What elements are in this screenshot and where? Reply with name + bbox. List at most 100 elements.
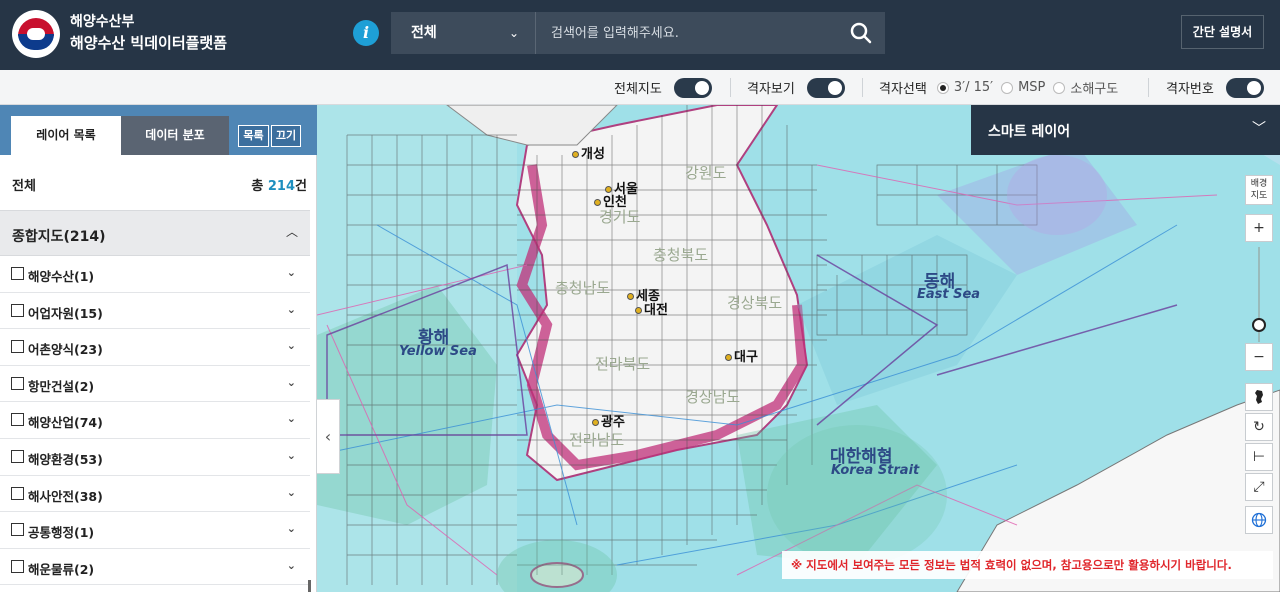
- tab-layer-list[interactable]: 레이어 목록: [11, 116, 121, 155]
- globe-icon[interactable]: [1245, 506, 1273, 534]
- korea-map-icon[interactable]: [1245, 383, 1273, 411]
- list-item[interactable]: 해양수산(1) ⌄: [0, 256, 310, 293]
- grid-option-radio-sweep[interactable]: [1053, 81, 1066, 94]
- measure-distance-icon[interactable]: ⊢: [1245, 443, 1273, 471]
- zoom-in-button[interactable]: +: [1245, 214, 1273, 242]
- fullscreen-icon[interactable]: ⤢: [1245, 473, 1273, 501]
- org-name[interactable]: 해양수산부: [70, 11, 134, 31]
- chevron-down-icon: ⌄: [508, 26, 519, 40]
- panel-tabs: 레이어 목록 데이터 분포 목록 끄기: [0, 105, 317, 155]
- map-province-label: 강원도: [685, 164, 727, 182]
- map-city-label: 대구: [725, 346, 758, 365]
- full-map-control: 전체지도: [614, 70, 712, 105]
- chevron-up-icon[interactable]: ︿: [286, 223, 298, 240]
- checkbox[interactable]: [11, 267, 24, 280]
- full-map-label: 전체지도: [614, 82, 662, 97]
- map-sea-label-en: Yellow Sea: [399, 344, 477, 359]
- grid-option-radio-msp[interactable]: [1001, 81, 1014, 94]
- grid-view-toggle[interactable]: [806, 77, 845, 98]
- top-header: 해양수산부 해양수산 빅데이터플랫폼 i 전체 ⌄ 간단 설명서: [0, 0, 1280, 70]
- chevron-left-icon: ‹: [324, 427, 332, 446]
- chevron-down-icon[interactable]: ⌄: [287, 376, 296, 389]
- list-item[interactable]: 해양산업(74) ⌄: [0, 402, 310, 439]
- list-item[interactable]: 어촌양식(23) ⌄: [0, 329, 310, 366]
- map-view[interactable]: 개성 서울 인천 세종 대전 대구 광주 강원도 경기도 충청북도 충청남도 경…: [317, 105, 1280, 592]
- group-label: 종합지도(214): [12, 229, 106, 245]
- chevron-down-icon[interactable]: ⌄: [287, 339, 296, 352]
- platform-name[interactable]: 해양수산 빅데이터플랫폼: [70, 32, 227, 53]
- map-province-label: 경상북도: [727, 294, 783, 312]
- grid-option-label: 3′/ 15′: [953, 80, 994, 95]
- grid-view-control: 격자보기: [747, 70, 845, 105]
- group-header-composite-map[interactable]: 종합지도(214) ︿: [0, 210, 310, 256]
- grid-number-control: 격자번호: [1166, 70, 1264, 105]
- grid-select-label: 격자선택: [879, 82, 927, 97]
- zoom-slider-handle[interactable]: [1252, 318, 1266, 332]
- refresh-icon[interactable]: ↻: [1245, 413, 1273, 441]
- map-city-label: 대전: [635, 299, 668, 318]
- search-category-select[interactable]: 전체 ⌄: [391, 12, 536, 54]
- map-disclaimer: ※ 지도에서 보여주는 모든 정보는 법적 효력이 없으며, 참고용으로만 활용…: [782, 551, 1273, 579]
- total-count: 총 214건: [251, 179, 307, 194]
- scrollbar[interactable]: [308, 580, 311, 592]
- checkbox[interactable]: [11, 376, 24, 390]
- map-city-label: 개성: [572, 143, 605, 162]
- map-toolbar: 전체지도 격자보기 격자선택 3′/ 15′ MSP 소해구도 격자번호: [0, 70, 1280, 105]
- grid-select-control: 격자선택 3′/ 15′ MSP 소해구도: [879, 70, 1126, 105]
- tab-data-distribution[interactable]: 데이터 분포: [121, 116, 229, 155]
- government-emblem-logo[interactable]: [12, 10, 60, 58]
- layers-off-button[interactable]: 끄기: [271, 125, 301, 147]
- checkbox[interactable]: [11, 523, 24, 537]
- search-icon[interactable]: [845, 17, 877, 49]
- search-input[interactable]: [537, 12, 837, 54]
- checkbox[interactable]: [11, 559, 24, 573]
- collapse-panel-button[interactable]: ‹: [317, 399, 340, 474]
- chevron-down-icon[interactable]: ⌄: [287, 559, 296, 572]
- chevron-down-icon[interactable]: ﹀: [1252, 118, 1266, 138]
- map-province-label: 전라남도: [569, 431, 625, 449]
- checkbox[interactable]: [11, 486, 24, 500]
- map-province-label: 전라북도: [595, 355, 651, 373]
- map-province-label: 경기도: [599, 208, 641, 226]
- map-sea-label-en: East Sea: [917, 287, 981, 302]
- list-item[interactable]: 항만건설(2) ⌄: [0, 366, 310, 403]
- grid-number-label: 격자번호: [1166, 82, 1214, 97]
- map-province-label: 충청북도: [653, 246, 709, 264]
- base-map-button[interactable]: 배경 지도: [1245, 175, 1273, 205]
- search-category-value: 전체: [411, 25, 437, 41]
- total-row: 전체 총 214건: [0, 155, 317, 210]
- checkbox[interactable]: [11, 340, 24, 354]
- total-label: 전체: [12, 179, 36, 194]
- chevron-down-icon[interactable]: ⌄: [287, 266, 296, 279]
- layer-panel: 레이어 목록 데이터 분포 목록 끄기 전체 총 214건 종합지도(214) …: [0, 105, 317, 592]
- list-item[interactable]: 해양환경(53) ⌄: [0, 439, 310, 476]
- checkbox[interactable]: [11, 413, 24, 427]
- chevron-down-icon[interactable]: ⌄: [287, 449, 296, 462]
- grid-number-toggle[interactable]: [1225, 77, 1264, 98]
- checkbox[interactable]: [11, 449, 24, 463]
- list-item[interactable]: 해운물류(2) ⌄: [0, 549, 310, 586]
- grid-view-label: 격자보기: [747, 82, 795, 97]
- smart-layer-label: 스마트 레이어: [988, 124, 1071, 140]
- grid-option-label: MSP: [1018, 80, 1046, 95]
- grid-option-radio-3-15[interactable]: [936, 81, 949, 94]
- list-item[interactable]: 해사안전(38) ⌄: [0, 476, 310, 513]
- guide-button[interactable]: 간단 설명서: [1181, 15, 1264, 49]
- chevron-down-icon[interactable]: ⌄: [287, 522, 296, 535]
- chevron-down-icon[interactable]: ⌄: [287, 412, 296, 425]
- full-map-toggle[interactable]: [673, 77, 712, 98]
- map-province-label: 충청남도: [555, 279, 611, 297]
- map-sea-label-en: Korea Strait: [831, 463, 920, 478]
- chevron-down-icon[interactable]: ⌄: [287, 486, 296, 499]
- zoom-out-button[interactable]: −: [1245, 343, 1273, 371]
- smart-layer-dropdown[interactable]: 스마트 레이어 ﹀: [971, 105, 1280, 155]
- checkbox[interactable]: [11, 303, 24, 317]
- list-item[interactable]: 어업자원(15) ⌄: [0, 293, 310, 330]
- map-city-label: 광주: [592, 411, 625, 430]
- info-icon[interactable]: i: [353, 20, 379, 46]
- chevron-down-icon[interactable]: ⌄: [287, 303, 296, 316]
- list-button[interactable]: 목록: [238, 125, 269, 147]
- category-list: 해양수산(1) ⌄ 어업자원(15) ⌄ 어촌양식(23) ⌄ 항만건설(2) ⌄ 해양…: [0, 256, 310, 586]
- search-bar: 전체 ⌄: [391, 12, 885, 54]
- list-item[interactable]: 공통행정(1) ⌄: [0, 512, 310, 549]
